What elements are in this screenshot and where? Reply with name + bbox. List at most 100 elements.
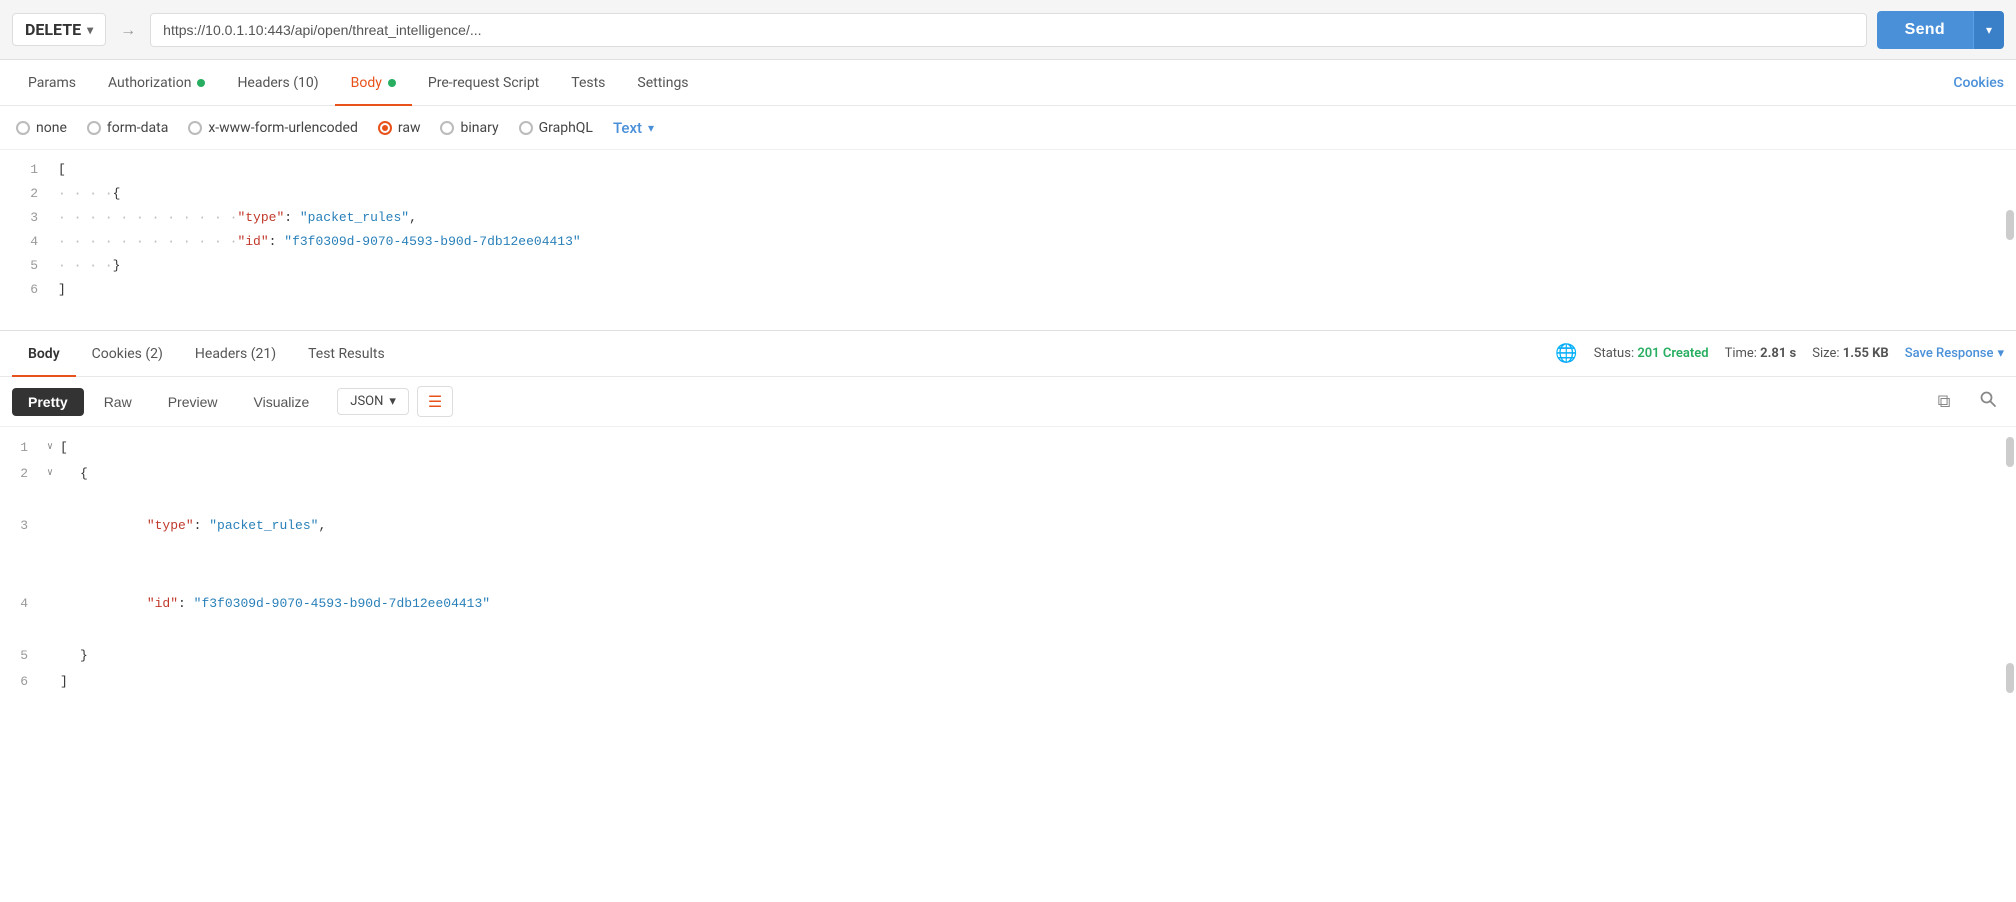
method-label: DELETE <box>25 20 81 39</box>
radio-urlencoded[interactable]: x-www-form-urlencoded <box>188 120 358 136</box>
response-format-chevron-icon: ▾ <box>389 394 396 409</box>
radio-form-data-label: form-data <box>107 120 168 136</box>
radio-urlencoded-circle <box>188 121 202 135</box>
radio-raw[interactable]: raw <box>378 120 421 136</box>
radio-graphql-label: GraphQL <box>539 120 593 136</box>
response-scrollbar-top[interactable] <box>2006 437 2014 467</box>
view-tab-raw[interactable]: Raw <box>88 388 148 416</box>
size-value: 1.55 KB <box>1843 346 1889 361</box>
tab-prerequest[interactable]: Pre-request Script <box>412 61 555 106</box>
resp-line-4: 4 "id": "f3f0309d-9070-4593-b90d-7db12ee… <box>0 565 2016 643</box>
radio-form-data[interactable]: form-data <box>87 120 168 136</box>
status-label: Status: 201 Created <box>1594 346 1709 361</box>
request-body-editor: 1 2 3 4 5 6 [ · · · ·{ · · · · · · · · ·… <box>0 150 2016 331</box>
view-tab-pretty[interactable]: Pretty <box>12 388 84 416</box>
save-response-chevron-icon: ▾ <box>1997 346 2004 361</box>
format-selector[interactable]: Text ▾ <box>613 119 654 137</box>
radio-binary[interactable]: binary <box>440 120 498 136</box>
copy-button[interactable]: ⧉ <box>1928 386 1960 418</box>
view-tab-visualize[interactable]: Visualize <box>238 388 326 416</box>
search-button[interactable] <box>1972 386 2004 418</box>
resp-line-2: 2 ∨ { <box>0 461 2016 487</box>
tab-body[interactable]: Body <box>335 61 412 106</box>
resp-line-6: 6 ] <box>0 669 2016 695</box>
code-line-4: · · · · · · · · · · · ·"id": "f3f0309d-9… <box>58 230 2008 254</box>
arrow-icon: → <box>120 20 136 40</box>
resp-line-5: 5 } <box>0 643 2016 669</box>
radio-none[interactable]: none <box>16 120 67 136</box>
resp-line-3: 3 "type": "packet_rules", <box>0 487 2016 565</box>
tab-params[interactable]: Params <box>12 61 92 106</box>
tab-tests-label: Tests <box>571 75 605 91</box>
network-error-icon: 🌐 <box>1555 343 1577 364</box>
send-dropdown-button[interactable]: ▾ <box>1973 11 2004 49</box>
tab-prerequest-label: Pre-request Script <box>428 75 539 91</box>
collapse-arrow-2[interactable]: ∨ <box>40 461 60 487</box>
resp-tab-cookies[interactable]: Cookies (2) <box>76 332 179 377</box>
tab-authorization-label: Authorization <box>108 75 191 91</box>
time-value: 2.81 s <box>1760 346 1796 361</box>
request-code[interactable]: [ · · · ·{ · · · · · · · · · · · ·"type"… <box>50 158 2016 322</box>
radio-raw-label: raw <box>398 120 421 136</box>
send-button[interactable]: Send <box>1877 11 1973 49</box>
tab-headers-label: Headers (10) <box>237 75 318 91</box>
method-chevron-icon: ▾ <box>87 23 93 37</box>
status-value: 201 Created <box>1637 346 1708 361</box>
response-header: Body Cookies (2) Headers (21) Test Resul… <box>0 331 2016 377</box>
body-dot <box>388 79 396 87</box>
resp-tab-test-results[interactable]: Test Results <box>292 332 401 377</box>
request-tabs: Params Authorization Headers (10) Body P… <box>0 60 2016 106</box>
code-line-2: · · · ·{ <box>58 182 2008 206</box>
send-btn-group: Send ▾ <box>1877 11 2004 49</box>
tab-authorization[interactable]: Authorization <box>92 61 221 106</box>
body-type-row: none form-data x-www-form-urlencoded raw… <box>0 106 2016 150</box>
radio-graphql-circle <box>519 121 533 135</box>
radio-binary-circle <box>440 121 454 135</box>
resp-tab-headers-label: Headers (21) <box>195 346 276 362</box>
time-label: Time: 2.81 s <box>1725 346 1797 361</box>
response-format-selector[interactable]: JSON ▾ <box>337 388 409 415</box>
format-label: Text <box>613 119 642 137</box>
authorization-dot <box>197 79 205 87</box>
editor-scrollbar[interactable] <box>2006 210 2014 240</box>
resp-tab-test-results-label: Test Results <box>308 346 385 362</box>
response-action-icons: ⧉ <box>1928 386 2004 418</box>
response-format-label: JSON <box>350 394 383 409</box>
code-line-6: ] <box>58 278 2008 302</box>
code-line-1: [ <box>58 158 2008 182</box>
response-scrollbar-bottom[interactable] <box>2006 663 2014 693</box>
code-line-3: · · · · · · · · · · · ·"type": "packet_r… <box>58 206 2008 230</box>
radio-none-circle <box>16 121 30 135</box>
response-body-area: 1 ∨ [ 2 ∨ { 3 "type": "packet_rules", 4 … <box>0 427 2016 703</box>
resp-tab-body[interactable]: Body <box>12 332 76 377</box>
method-selector[interactable]: DELETE ▾ <box>12 13 106 46</box>
radio-urlencoded-label: x-www-form-urlencoded <box>208 120 358 136</box>
wrap-lines-button[interactable]: ☰ <box>417 386 453 417</box>
tab-params-label: Params <box>28 75 76 91</box>
response-view-row: Pretty Raw Preview Visualize JSON ▾ ☰ ⧉ <box>0 377 2016 427</box>
resp-tab-cookies-label: Cookies (2) <box>92 346 163 362</box>
tab-headers[interactable]: Headers (10) <box>221 61 334 106</box>
wrap-lines-icon: ☰ <box>428 392 442 411</box>
resp-tab-body-label: Body <box>28 346 60 362</box>
radio-raw-circle <box>378 121 392 135</box>
tab-settings[interactable]: Settings <box>621 61 704 106</box>
cookies-link[interactable]: Cookies <box>1953 75 2004 91</box>
save-response-button[interactable]: Save Response ▾ <box>1905 346 2004 361</box>
format-chevron-icon: ▾ <box>648 121 654 135</box>
url-bar: DELETE ▾ → Send ▾ <box>0 0 2016 60</box>
collapse-arrow-1[interactable]: ∨ <box>40 435 60 461</box>
radio-binary-label: binary <box>460 120 498 136</box>
code-line-5: · · · ·} <box>58 254 2008 278</box>
tab-settings-label: Settings <box>637 75 688 91</box>
request-line-numbers: 1 2 3 4 5 6 <box>0 158 50 322</box>
tab-tests[interactable]: Tests <box>555 61 621 106</box>
url-input[interactable] <box>150 13 1866 47</box>
radio-form-data-circle <box>87 121 101 135</box>
resp-line-1: 1 ∨ [ <box>0 435 2016 461</box>
view-tab-preview[interactable]: Preview <box>152 388 234 416</box>
search-icon <box>1979 390 1997 413</box>
radio-graphql[interactable]: GraphQL <box>519 120 593 136</box>
tab-body-label: Body <box>351 75 382 91</box>
resp-tab-headers[interactable]: Headers (21) <box>179 332 292 377</box>
